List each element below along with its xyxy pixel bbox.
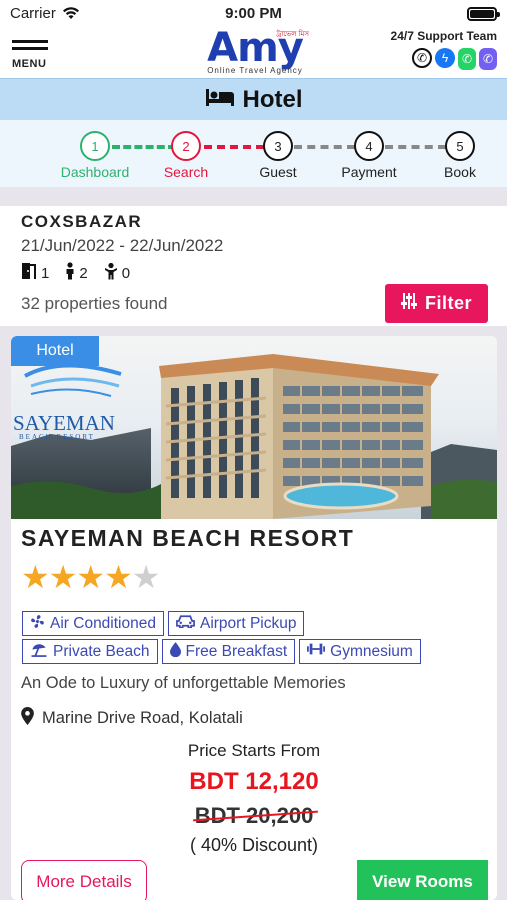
discount-text: ( 40% Discount) [189,835,319,855]
support-title: 24/7 Support Team [390,29,497,43]
star-icon: ★ [104,559,133,595]
amenity-tag: Airport Pickup [167,611,305,636]
step-number: 4 [354,131,384,161]
menu-button[interactable]: MENU [12,40,50,74]
star-icon: ★ [48,559,78,595]
dumbbell-icon [307,642,326,661]
section-divider [0,187,507,206]
whatsapp-icon[interactable]: ✆ [458,48,476,70]
step-guest: 3 Guest [228,131,328,180]
fan-icon [30,614,45,634]
old-price-value: BDT 20,200 [194,803,314,828]
search-city: COXSBAZAR [21,212,143,231]
address-text: Marine Drive Road, Kolatali [42,709,243,727]
location-pin-icon [21,707,34,730]
step-dashboard[interactable]: 1 Dashboard [45,131,145,180]
menu-label: MENU [12,58,47,70]
results-count: 32 properties found [21,294,168,313]
booking-steps: 1 Dashboard 2 Search 3 Guest 4 Payment 5… [0,120,507,187]
app-header: MENU ট্রাভেল মিস Amy Online Travel Agenc… [0,28,507,78]
step-search[interactable]: 2 Search [136,131,236,180]
logo-subtitle: Online Travel Agency [207,66,303,75]
phone-icon[interactable]: ✆ [412,48,432,68]
old-price: BDT 20,200 [11,803,497,829]
step-number: 5 [445,131,475,161]
drop-icon [169,641,181,662]
view-rooms-button[interactable]: View Rooms [357,860,488,900]
more-details-button[interactable]: More Details [21,860,147,900]
adults-count: 2 [79,264,88,282]
page-title-bar: Hotel [0,78,507,120]
step-book: 5 Book [410,131,507,180]
hotel-tagline: An Ode to Luxury of unforgettable Memori… [21,674,346,692]
hotel-address: Marine Drive Road, Kolatali [21,707,243,730]
guest-counts: 1 2 0 [21,262,130,284]
search-summary: COXSBAZAR 21/Jun/2022 - 22/Jun/2022 1 2 … [0,206,507,332]
amenities-row: Private Beach Free Breakfast Gymnesium [22,639,421,664]
hotel-photo[interactable]: SAYEMAN BEACH RESORT Hotel [11,336,497,519]
step-number: 2 [171,131,201,161]
amy-logo[interactable]: ট্রাভেল মিস Amy Online Travel Agency [195,28,315,78]
rooms-count: 1 [41,264,50,282]
hotel-card[interactable]: SAYEMAN BEACH RESORT Hotel SAYEMAN BEACH… [11,336,497,900]
current-price: BDT 12,120 [189,768,319,795]
amenities-row: Air Conditioned Airport Pickup [22,611,305,636]
battery-icon [467,7,500,21]
messenger-icon[interactable]: ϟ [435,48,455,68]
amenity-label: Private Beach [53,642,150,660]
amenity-tag: Air Conditioned [22,611,164,636]
amenity-tag: Gymnesium [299,639,421,664]
star-empty-icon: ★ [131,559,161,595]
step-label: Dashboard [60,164,130,180]
step-label: Payment [341,164,397,180]
search-dates: 21/Jun/2022 - 22/Jun/2022 [21,236,224,255]
adult-icon [65,262,75,284]
sliders-icon [400,292,417,315]
amenity-label: Gymnesium [330,642,413,660]
star-icon: ★ [76,559,105,595]
resort-logo-subtext: BEACH RESORT [19,433,95,441]
amenity-tag: Private Beach [22,639,158,664]
step-label: Search [163,164,209,180]
beach-umbrella-icon [30,642,48,662]
step-payment: 4 Payment [319,131,419,180]
child-icon [104,262,118,284]
car-icon [176,614,195,633]
amenity-tag: Free Breakfast [161,639,296,664]
status-bar: Carrier 9:00 PM [0,0,507,28]
resort-logo-text: SAYEMAN [13,411,115,435]
amenity-label: Air Conditioned [50,614,156,632]
page-title: Hotel [242,85,303,113]
price-label: Price Starts From [187,741,321,760]
hamburger-icon [12,40,48,43]
filter-button[interactable]: Filter [385,284,488,323]
children-count: 0 [121,264,131,282]
hotel-name[interactable]: SAYEMAN BEACH RESORT [21,525,354,552]
star-icon: ★ [21,559,50,595]
step-number: 1 [80,131,110,161]
logo-bengali-text: ট্রাভেল মিস [276,31,309,38]
step-label: Book [444,164,476,180]
step-number: 3 [263,131,293,161]
amenity-label: Free Breakfast [185,642,288,660]
star-rating: ★★★★★ [21,559,161,595]
room-door-icon [21,262,37,284]
viber-icon[interactable]: ✆ [479,48,497,70]
amenity-label: Airport Pickup [199,614,297,632]
step-label: Guest [259,164,297,180]
bed-icon [205,87,235,112]
clock: 9:00 PM [225,5,282,22]
filter-label: Filter [424,293,472,313]
property-type-badge: Hotel [11,336,99,366]
support-panel: 24/7 Support Team ✆ ϟ ✆ ✆ [391,29,497,70]
